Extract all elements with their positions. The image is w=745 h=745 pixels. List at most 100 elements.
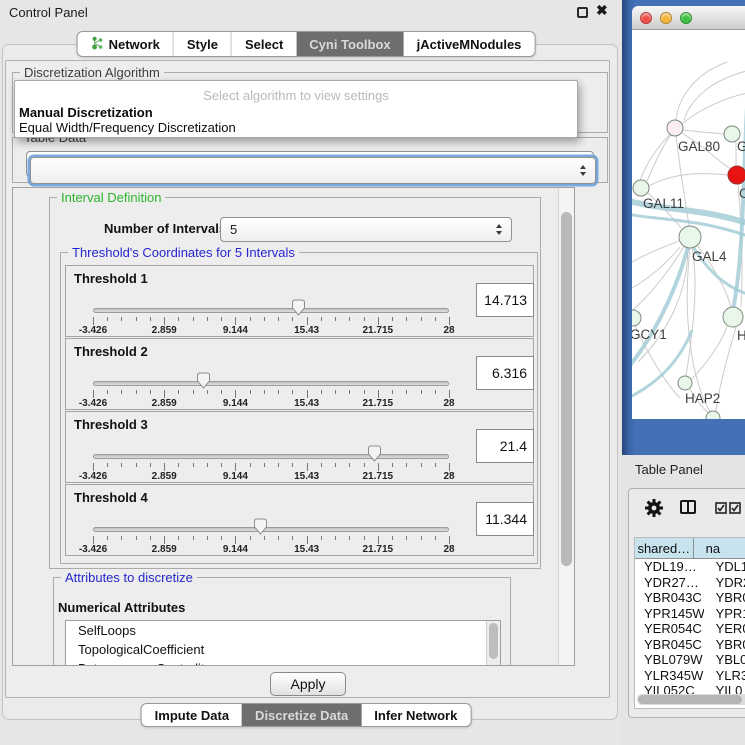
tick-label: 2.859 (152, 398, 177, 409)
slider-track[interactable] (93, 527, 449, 532)
popup-option-manual-discretization[interactable]: Manual Discretization (19, 105, 153, 120)
number-of-intervals-combobox[interactable]: 5 (220, 217, 512, 242)
table-horizontal-scrollbar[interactable] (637, 694, 745, 705)
tab-impute-data[interactable]: Impute Data (142, 704, 242, 726)
tick-label: -3.426 (79, 325, 107, 336)
tick-label: 9.144 (223, 325, 248, 336)
table-cell: YBR043C (635, 590, 704, 606)
tab-jactivemnodules[interactable]: jActiveMNodules (404, 32, 535, 56)
popup-option-equal-width-frequency-discretization[interactable]: Equal Width/Frequency Discretization (19, 120, 236, 135)
column-header-0[interactable]: shared… (635, 538, 694, 558)
attribute-item-topologicalcoefficient[interactable]: TopologicalCoefficient (66, 640, 500, 659)
network-window-titlebar[interactable] (632, 6, 745, 30)
scrollbar-thumb[interactable] (561, 212, 572, 566)
minimize-traffic-light-icon[interactable] (660, 12, 672, 24)
tick-label: 21.715 (363, 544, 394, 555)
column-header-1[interactable]: na (694, 538, 745, 558)
slider-thumb[interactable] (366, 445, 383, 467)
threshold-panel-4: Threshold 4-3.4262.8599.14415.4321.71528… (65, 484, 534, 556)
network-edge (632, 247, 680, 288)
control-panel-titlebar: Control Panel ✖ (0, 0, 621, 24)
node-label-c: C (739, 186, 745, 201)
node-label-gcy1: GCY1 (632, 327, 667, 342)
network-node[interactable] (678, 376, 692, 390)
attributes-scrollbar[interactable] (486, 621, 500, 665)
slider-track[interactable] (93, 381, 449, 386)
apply-button[interactable]: Apply (270, 672, 346, 696)
slider-thumb[interactable] (290, 299, 307, 321)
tick-label: 15.43 (294, 471, 319, 482)
attribute-item-selfloops[interactable]: SelfLoops (66, 621, 500, 640)
threshold-value-field[interactable]: 6.316 (476, 356, 534, 390)
tick-label: 2.859 (152, 325, 177, 336)
table-row[interactable]: YLR345WYLR3 (635, 668, 745, 684)
attribute-item-betweennesscentrality[interactable]: BetweennessCentrality (66, 659, 500, 666)
tab-cyni-toolbox[interactable]: Cyni Toolbox (296, 32, 403, 56)
tick-label: 28 (443, 544, 454, 555)
threshold-value-field[interactable]: 21.4 (476, 429, 534, 463)
network-window: GAL80GCGAL11GAL4GCY1HHAP2 (632, 6, 745, 419)
network-node[interactable] (728, 166, 745, 184)
checkbox-checked-icon[interactable] (715, 502, 727, 514)
table-row[interactable]: YPR145WYPR1 (635, 606, 745, 622)
checkbox-checked-icon[interactable] (729, 502, 741, 514)
numerical-attributes-list[interactable]: SelfLoopsTopologicalCoefficientBetweenne… (65, 620, 501, 666)
column-layout-icon[interactable] (680, 500, 696, 514)
table-row[interactable]: YBL079WYBL0 (635, 652, 745, 668)
float-window-icon[interactable] (577, 7, 588, 18)
slider-ticks (93, 536, 449, 545)
slider-track[interactable] (93, 308, 449, 313)
threshold-value-field[interactable]: 11.344 (476, 502, 534, 536)
table-row[interactable]: YBR043CYBR0 (635, 590, 745, 606)
scrollbar-thumb[interactable] (489, 623, 498, 659)
network-node[interactable] (723, 307, 743, 327)
slider-thumb[interactable] (252, 518, 269, 540)
tick-label: 21.715 (363, 471, 394, 482)
slider-track[interactable] (93, 454, 449, 459)
network-canvas[interactable]: GAL80GCGAL11GAL4GCY1HHAP2 (632, 30, 745, 419)
tab-infer-network[interactable]: Infer Network (361, 704, 470, 726)
network-node[interactable] (633, 180, 649, 196)
table-cell: YLR3 (704, 668, 745, 684)
table-panel-box: shared…na YDL19…YDL1YDR27…YDR2YBR043CYBR… (628, 488, 745, 718)
tab-network[interactable]: Network (78, 32, 174, 56)
table-row[interactable]: YDR27…YDR2 (635, 575, 745, 591)
zoom-traffic-light-icon[interactable] (680, 12, 692, 24)
tick-label: 15.43 (294, 544, 319, 555)
threshold-value-field[interactable]: 14.713 (476, 283, 534, 317)
group-title: Threshold's Coordinates for 5 Intervals (68, 245, 299, 260)
table-row[interactable]: YBR045CYBR0 (635, 637, 745, 653)
popup-hint-text: Select algorithm to view settings (15, 88, 577, 103)
settings-vertical-scrollbar[interactable] (558, 188, 574, 665)
scrollbar-thumb[interactable] (638, 695, 742, 704)
tick-label: 28 (443, 398, 454, 409)
close-traffic-light-icon[interactable] (640, 12, 652, 24)
tab-label: Cyni Toolbox (309, 37, 390, 52)
network-node[interactable] (679, 226, 701, 248)
tick-label: 28 (443, 325, 454, 336)
table-cell: YDR2 (704, 575, 745, 591)
tab-select[interactable]: Select (232, 32, 296, 56)
gear-icon[interactable] (644, 498, 664, 518)
node-table[interactable]: shared…na YDL19…YDL1YDR27…YDR2YBR043CYBR… (634, 537, 745, 709)
network-tree-icon (91, 36, 104, 53)
tick-label: 21.715 (363, 325, 394, 336)
table-row[interactable]: YDL19…YDL1 (635, 559, 745, 575)
threshold-label: Threshold 2 (74, 344, 148, 359)
threshold-panel-3: Threshold 3-3.4262.8599.14415.4321.71528… (65, 411, 534, 483)
slider-thumb[interactable] (195, 372, 212, 394)
tick-label: -3.426 (79, 544, 107, 555)
tab-style[interactable]: Style (174, 32, 232, 56)
tab-discretize-data[interactable]: Discretize Data (242, 704, 361, 726)
node-label-h: H (737, 328, 745, 343)
top-tab-bar: NetworkStyleSelect Cyni Toolbox jActiveMNo… (77, 31, 536, 57)
tick-label: 9.144 (223, 398, 248, 409)
close-icon[interactable]: ✖ (596, 2, 608, 19)
network-edge (684, 70, 745, 120)
table-cell: YER054C (635, 621, 704, 637)
network-node[interactable] (632, 310, 641, 326)
network-node[interactable] (667, 120, 683, 136)
algorithm-combobox[interactable] (30, 157, 596, 184)
tick-label: -3.426 (79, 471, 107, 482)
table-row[interactable]: YER054CYER0 (635, 621, 745, 637)
